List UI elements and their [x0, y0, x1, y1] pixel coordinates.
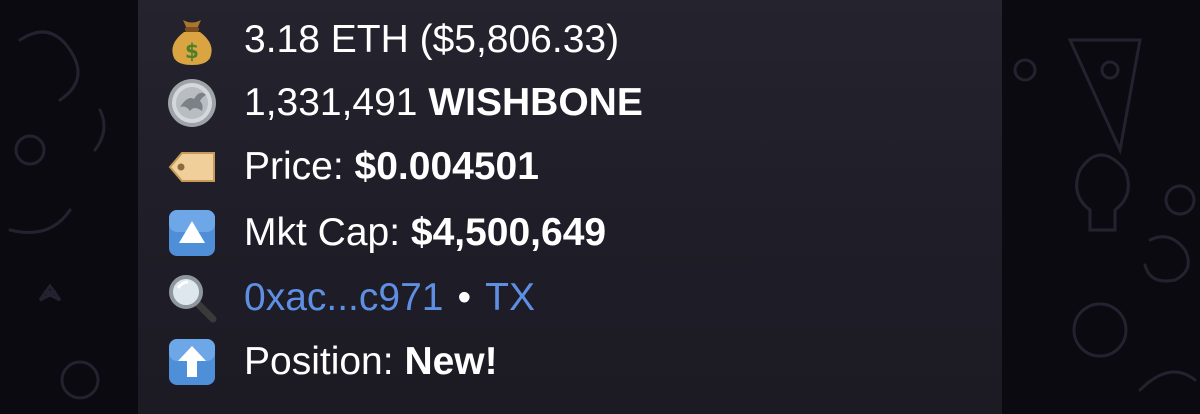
svg-text:$: $ [185, 39, 199, 63]
market-cap-value: $4,500,649 [410, 211, 607, 254]
money-bag-icon: $ [166, 14, 218, 66]
token-symbol: WISHBONE [428, 81, 643, 124]
up-triangle-button-icon [166, 207, 218, 259]
eth-amount-line: $ 3.18 ETH ($5,806.33) [166, 10, 619, 70]
magnifying-glass-icon [166, 272, 218, 324]
market-cap-label: Mkt Cap: [244, 211, 401, 254]
price-tag-icon [166, 141, 218, 193]
position-value: New! [404, 340, 498, 383]
market-cap-line: Mkt Cap: $4,500,649 [166, 203, 606, 263]
token-amount-line: 1,331,491 WISHBONE [166, 73, 643, 133]
contract-tx-line: 0xac...c971 • TX [166, 268, 535, 328]
position-line: Position: New! [166, 332, 498, 392]
eth-amount: 3.18 ETH [244, 18, 409, 61]
chat-wallpaper-left [8, 30, 106, 400]
message-bubble: $ 3.18 ETH ($5,806.33) 1,331,491 WISHBON… [138, 0, 1002, 414]
tx-link[interactable]: TX [485, 276, 535, 320]
coin-icon [166, 77, 218, 129]
eth-usd-value: ($5,806.33) [419, 18, 620, 61]
chat-wallpaper-right [1013, 38, 1197, 392]
price-line: Price: $0.004501 [166, 137, 539, 197]
link-separator: • [457, 276, 472, 319]
token-amount: 1,331,491 [244, 81, 418, 124]
price-label: Price: [244, 145, 344, 188]
contract-address-link[interactable]: 0xac...c971 [244, 276, 443, 320]
price-value: $0.004501 [354, 145, 539, 188]
up-arrow-button-icon [166, 336, 218, 388]
position-label: Position: [244, 340, 394, 383]
